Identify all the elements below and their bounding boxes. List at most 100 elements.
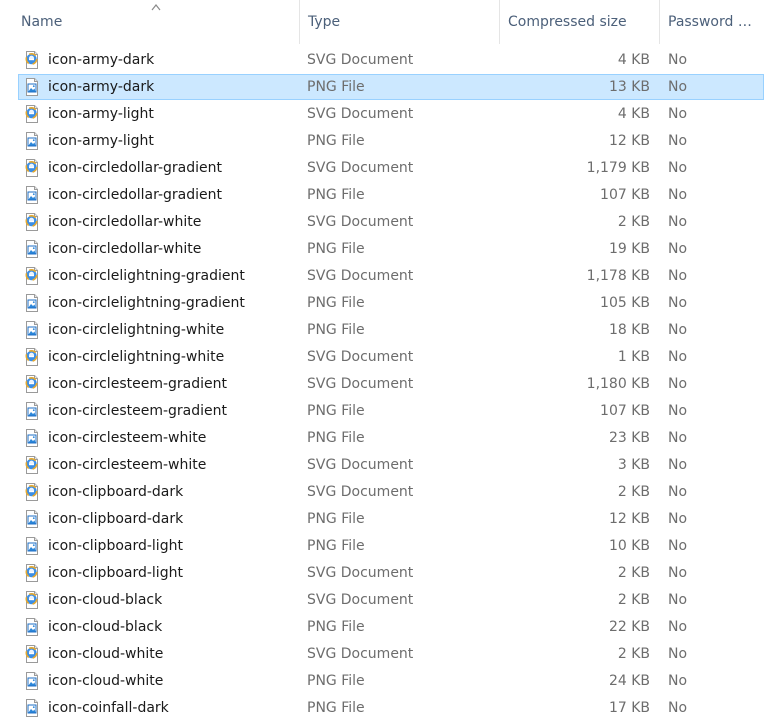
file-compressed-size: 1,179 KB — [586, 160, 650, 176]
file-type: SVG Document — [307, 646, 414, 662]
file-type: PNG File — [307, 430, 365, 446]
file-compressed-size: 10 KB — [608, 538, 650, 554]
file-password-protected: No — [668, 376, 688, 392]
file-row[interactable]: icon-clipboard-light PNG File 10 KB No — [0, 533, 765, 560]
file-row[interactable]: icon-circlesteem-gradient PNG File 107 KB N… — [0, 398, 765, 425]
file-type: PNG File — [307, 700, 365, 716]
column-header-name[interactable]: Name — [13, 0, 299, 44]
file-type: SVG Document — [307, 214, 414, 230]
file-password-protected: No — [668, 646, 688, 662]
file-compressed-size: 12 KB — [608, 511, 650, 527]
file-name: icon-circlelightning-gradient — [48, 268, 245, 284]
file-type: PNG File — [307, 79, 365, 95]
file-type: SVG Document — [307, 484, 414, 500]
file-password-protected: No — [668, 52, 688, 68]
file-row[interactable]: icon-circlesteem-white SVG Document 3 KB No — [0, 452, 765, 479]
column-header-compressed-size[interactable]: Compressed size — [499, 0, 659, 44]
file-compressed-size: 1,178 KB — [586, 268, 650, 284]
file-name: icon-army-light — [48, 133, 154, 149]
file-password-protected: No — [668, 619, 688, 635]
file-row[interactable]: icon-army-light SVG Document 4 KB No — [0, 101, 765, 128]
file-name: icon-army-dark — [48, 52, 155, 68]
png-file-icon — [26, 429, 38, 447]
svg-document-icon — [25, 51, 38, 69]
file-password-protected: No — [668, 565, 688, 581]
png-file-icon — [26, 672, 38, 690]
file-password-protected: No — [668, 268, 688, 284]
file-password-protected: No — [668, 538, 688, 554]
file-row[interactable]: icon-circlelightning-white SVG Document 1 … — [0, 344, 765, 371]
file-name: icon-cloud-black — [48, 619, 163, 635]
png-file-icon — [26, 618, 38, 636]
file-compressed-size: 107 KB — [600, 403, 650, 419]
file-row[interactable]: icon-circlelightning-white PNG File 18 KB N… — [0, 317, 765, 344]
file-compressed-size: 2 KB — [617, 592, 650, 608]
file-compressed-size: 17 KB — [608, 700, 650, 716]
file-name: icon-circledollar-gradient — [48, 160, 223, 176]
file-name: icon-clipboard-light — [48, 565, 183, 581]
file-password-protected: No — [668, 214, 688, 230]
file-row[interactable]: icon-cloud-white SVG Document 2 KB No — [0, 641, 765, 668]
file-name: icon-circlesteem-gradient — [48, 403, 227, 419]
file-type: PNG File — [307, 673, 365, 689]
file-row[interactable]: icon-clipboard-dark SVG Document 2 KB No — [0, 479, 765, 506]
file-row[interactable]: icon-cloud-white PNG File 24 KB No — [0, 668, 765, 695]
file-password-protected: No — [668, 430, 688, 446]
file-password-protected: No — [668, 79, 688, 95]
file-row[interactable]: icon-coinfall-dark PNG File 17 KB No — [0, 695, 765, 722]
svg-document-icon — [25, 645, 38, 663]
file-row[interactable]: icon-circledollar-gradient SVG Document 1,… — [0, 155, 765, 182]
column-header-type[interactable]: Type — [299, 0, 499, 44]
file-row[interactable]: icon-circlesteem-white PNG File 23 KB No — [0, 425, 765, 452]
file-type: PNG File — [307, 241, 365, 257]
file-name: icon-cloud-white — [48, 673, 164, 689]
file-row[interactable]: icon-army-dark PNG File 13 KB No — [0, 74, 765, 101]
file-password-protected: No — [668, 484, 688, 500]
file-type: PNG File — [307, 133, 365, 149]
file-row[interactable]: icon-circledollar-white PNG File 19 KB No — [0, 236, 765, 263]
file-name: icon-cloud-white — [48, 646, 164, 662]
file-password-protected: No — [668, 592, 688, 608]
file-name: icon-circlelightning-gradient — [48, 295, 245, 311]
svg-document-icon — [25, 564, 38, 582]
file-name: icon-circledollar-white — [48, 241, 202, 257]
file-type: PNG File — [307, 619, 365, 635]
file-row[interactable]: icon-clipboard-light SVG Document 2 KB No — [0, 560, 765, 587]
file-compressed-size: 3 KB — [617, 457, 650, 473]
column-header-password-protected[interactable]: Password p... — [659, 0, 757, 44]
svg-document-icon — [25, 213, 38, 231]
file-name: icon-clipboard-dark — [48, 511, 184, 527]
svg-document-icon — [25, 348, 38, 366]
file-compressed-size: 13 KB — [608, 79, 650, 95]
file-password-protected: No — [668, 295, 688, 311]
file-row[interactable]: icon-circlelightning-gradient SVG Documen… — [0, 263, 765, 290]
png-file-icon — [26, 186, 38, 204]
file-row[interactable]: icon-circledollar-gradient PNG File 107 KB… — [0, 182, 765, 209]
file-password-protected: No — [668, 322, 688, 338]
file-type: SVG Document — [307, 106, 414, 122]
file-password-protected: No — [668, 457, 688, 473]
file-name: icon-circledollar-gradient — [48, 187, 223, 203]
file-password-protected: No — [668, 673, 688, 689]
file-row[interactable]: icon-cloud-black PNG File 22 KB No — [0, 614, 765, 641]
file-row[interactable]: icon-cloud-black SVG Document 2 KB No — [0, 587, 765, 614]
file-row[interactable]: icon-army-light PNG File 12 KB No — [0, 128, 765, 155]
file-password-protected: No — [668, 160, 688, 176]
file-type: SVG Document — [307, 160, 414, 176]
png-file-icon — [26, 321, 38, 339]
file-compressed-size: 1,180 KB — [586, 376, 650, 392]
file-row[interactable]: icon-clipboard-dark PNG File 12 KB No — [0, 506, 765, 533]
file-type: SVG Document — [307, 268, 414, 284]
file-password-protected: No — [668, 106, 688, 122]
file-compressed-size: 4 KB — [617, 106, 650, 122]
png-file-icon — [26, 699, 38, 717]
file-type: SVG Document — [307, 592, 414, 608]
file-name: icon-cloud-black — [48, 592, 163, 608]
svg-document-icon — [25, 159, 38, 177]
svg-document-icon — [25, 105, 38, 123]
png-file-icon — [26, 240, 38, 258]
file-row[interactable]: icon-circlesteem-gradient SVG Document 1,1… — [0, 371, 765, 398]
file-row[interactable]: icon-circledollar-white SVG Document 2 KB N… — [0, 209, 765, 236]
file-row[interactable]: icon-army-dark SVG Document 4 KB No — [0, 47, 765, 74]
file-row[interactable]: icon-circlelightning-gradient PNG File 105… — [0, 290, 765, 317]
